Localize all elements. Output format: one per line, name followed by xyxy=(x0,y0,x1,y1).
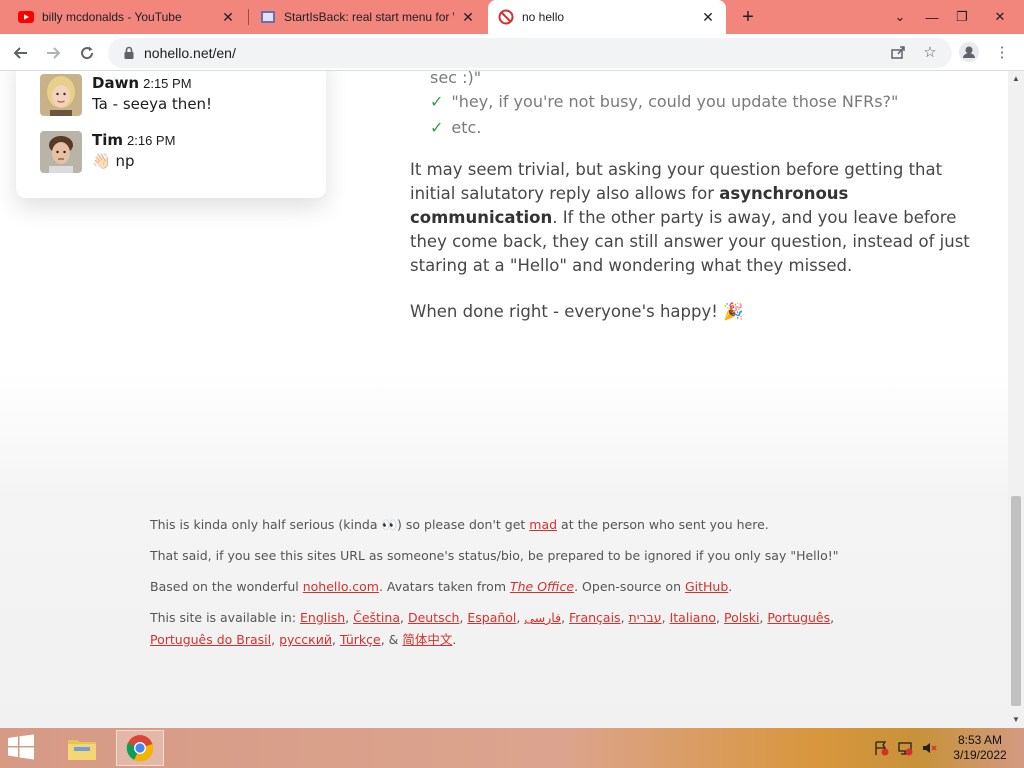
language-link[interactable]: עברית xyxy=(629,610,662,625)
the-office-link[interactable]: The Office xyxy=(510,579,574,594)
language-link[interactable]: Italiano xyxy=(670,610,716,625)
language-link[interactable]: Deutsch xyxy=(408,610,459,625)
language-link[interactable]: Português do Brasil xyxy=(150,632,271,647)
browser-toolbar: nohello.net/en/ ☆ ⋮ xyxy=(0,34,1024,71)
network-icon[interactable] xyxy=(897,740,913,756)
tab-startisback[interactable]: StartIsBack: real start menu for W ✕ xyxy=(250,0,486,34)
volume-muted-icon[interactable] xyxy=(921,740,937,756)
restore-icon[interactable]: ❐ xyxy=(946,0,978,34)
chat-message: Dawn 2:15 PM Ta - seeya then! xyxy=(40,74,212,116)
tab-title: billy mcdonalds - YouTube xyxy=(42,10,182,24)
message-time: 2:16 PM xyxy=(127,133,176,148)
language-link[interactable]: فارسی xyxy=(524,610,561,625)
mad-link[interactable]: mad xyxy=(529,517,557,532)
windows-taskbar: 8:53 AM 3/19/2022 xyxy=(0,728,1024,768)
close-window-icon[interactable]: ✕ xyxy=(984,0,1016,34)
nohello-com-link[interactable]: nohello.com xyxy=(303,579,379,594)
url-text: nohello.net/en/ xyxy=(144,45,236,61)
tab-strip: billy mcdonalds - YouTube ✕ StartIsBack:… xyxy=(0,0,1024,34)
windows-start-icon[interactable] xyxy=(6,734,40,762)
check-icon: ✓ xyxy=(430,92,444,111)
language-link[interactable]: Polski xyxy=(724,610,759,625)
language-link[interactable]: Español xyxy=(467,610,516,625)
clock-time: 8:53 AM xyxy=(957,733,1003,747)
chat-message: Tim 2:16 PM 👋🏻 np xyxy=(40,131,175,173)
no-sign-icon xyxy=(498,9,514,25)
startisback-icon xyxy=(260,9,276,25)
page-scrollbar[interactable]: ▲ ▼ xyxy=(1008,71,1024,728)
system-clock[interactable]: 8:53 AM 3/19/2022 xyxy=(944,733,1016,763)
footer-line-disclaimer: This is kinda only half serious (kinda 👀… xyxy=(150,517,769,532)
paragraph-happy: When done right - everyone's happy! 🎉 xyxy=(410,302,744,321)
avatar-tim xyxy=(40,131,82,173)
address-bar[interactable]: nohello.net/en/ xyxy=(108,38,952,68)
sender-name: Tim xyxy=(92,131,124,149)
language-link[interactable]: русский xyxy=(279,632,332,647)
github-link[interactable]: GitHub xyxy=(685,579,728,594)
chrome-taskbar-icon[interactable] xyxy=(116,730,164,766)
file-explorer-icon[interactable] xyxy=(58,730,106,766)
language-link[interactable]: 简体中文 xyxy=(402,632,452,647)
chat-example-card: Dawn 2:15 PM Ta - seeya then! Tim 2:16 PM … xyxy=(16,71,326,198)
message-time: 2:15 PM xyxy=(143,76,192,91)
close-tab-icon[interactable]: ✕ xyxy=(220,9,236,25)
language-link[interactable]: Čeština xyxy=(353,610,400,625)
checklist-item: sec :)" xyxy=(430,71,482,87)
tab-divider xyxy=(248,9,249,25)
clock-date: 3/19/2022 xyxy=(953,748,1007,762)
language-link[interactable]: Türkçe xyxy=(340,632,381,647)
new-tab-button[interactable]: + xyxy=(736,5,760,29)
language-link[interactable]: English xyxy=(300,610,345,625)
checklist-item: ✓ etc. xyxy=(430,118,482,137)
scroll-up-icon[interactable]: ▲ xyxy=(1011,74,1021,84)
back-arrow-icon[interactable] xyxy=(8,40,34,66)
checklist-item: ✓ "hey, if you're not busy, could you upd… xyxy=(430,92,899,111)
menu-kebab-icon[interactable]: ⋮ xyxy=(991,41,1013,63)
footer-line-status: That said, if you see this sites URL as … xyxy=(150,548,839,563)
scroll-down-icon[interactable]: ▼ xyxy=(1011,715,1021,725)
page-viewport: Dawn 2:15 PM Ta - seeya then! Tim 2:16 PM … xyxy=(0,71,1008,728)
footer-line-languages: This site is available in: English, Češt… xyxy=(150,610,835,647)
minimize-icon[interactable]: — xyxy=(916,0,948,34)
scrollbar-thumb[interactable] xyxy=(1011,496,1021,706)
lock-icon xyxy=(122,46,136,60)
paragraph-async: It may seem trivial, but asking your que… xyxy=(410,160,970,275)
language-link[interactable]: Português xyxy=(767,610,830,625)
tab-title: StartIsBack: real start menu for W xyxy=(284,10,454,24)
youtube-icon xyxy=(18,9,34,25)
tab-no-hello[interactable]: no hello ✕ xyxy=(488,0,726,34)
bookmark-star-icon[interactable]: ☆ xyxy=(919,41,941,63)
message-text: 👋🏻 np xyxy=(92,152,135,170)
tab-search-chevron-icon[interactable]: ⌄ xyxy=(884,0,916,34)
forward-arrow-icon[interactable] xyxy=(40,40,66,66)
tab-youtube[interactable]: billy mcdonalds - YouTube ✕ xyxy=(8,0,246,34)
reload-icon[interactable] xyxy=(74,40,100,66)
tab-title: no hello xyxy=(522,10,565,24)
profile-avatar-icon[interactable] xyxy=(958,41,980,63)
close-tab-icon[interactable]: ✕ xyxy=(700,9,716,25)
check-icon: ✓ xyxy=(430,118,444,137)
avatar-dawn xyxy=(40,74,82,116)
sender-name: Dawn xyxy=(92,74,140,92)
message-text: Ta - seeya then! xyxy=(92,95,213,113)
close-tab-icon[interactable]: ✕ xyxy=(460,9,476,25)
language-link[interactable]: Français xyxy=(569,610,621,625)
footer-line-credits: Based on the wonderful nohello.com. Avat… xyxy=(150,579,733,594)
share-icon[interactable] xyxy=(887,41,909,63)
action-center-flag-icon[interactable] xyxy=(873,740,889,756)
